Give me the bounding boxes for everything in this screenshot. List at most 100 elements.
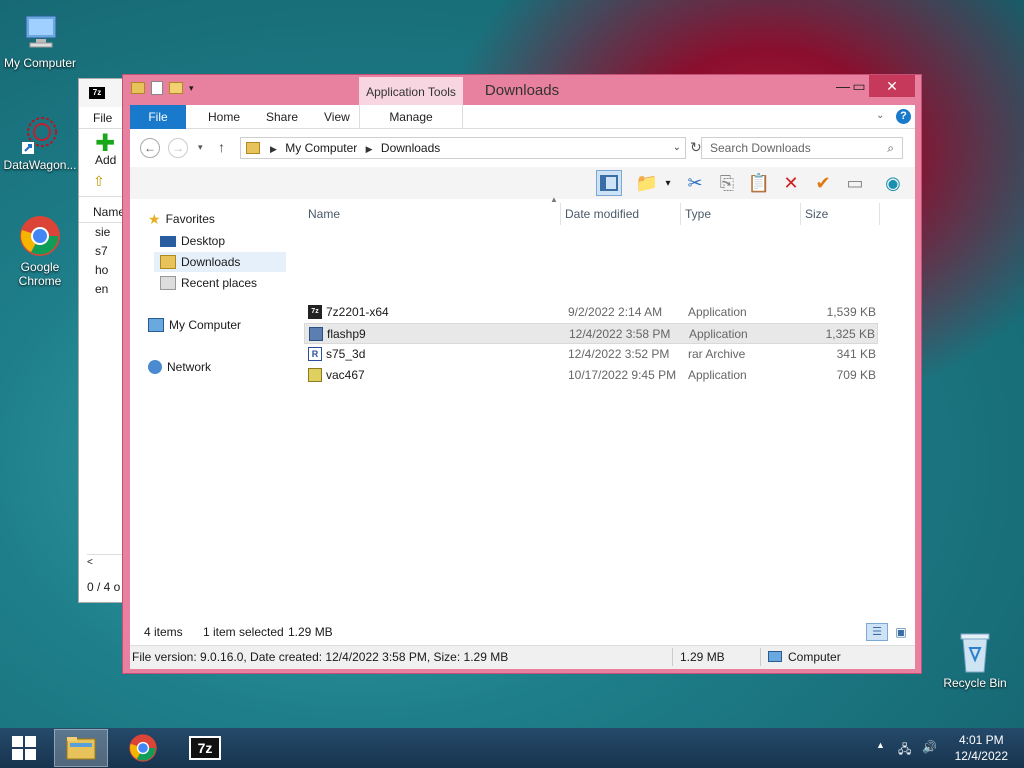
volume-icon[interactable]: 🔊 — [922, 740, 937, 754]
help-icon[interactable]: ? — [896, 109, 911, 124]
file-list: ▲ Name Date modified Type Size 7z 7z2201… — [304, 195, 915, 619]
breadcrumb-separator-icon[interactable]: ▶ — [265, 144, 282, 154]
file-name: 7z2201-x64 — [326, 305, 389, 319]
7zip-icon: 7z — [189, 736, 221, 760]
taskbar-clock[interactable]: 4:01 PM 12/4/2022 — [955, 732, 1008, 764]
tab-file[interactable]: File — [130, 105, 186, 129]
cut-icon[interactable]: ✂ — [682, 170, 708, 196]
large-icons-view-button[interactable]: ▣ — [892, 623, 910, 641]
search-icon[interactable]: ⌕ — [887, 138, 894, 158]
file-row[interactable]: R s75_3d 12/4/2022 3:52 PM rar Archive 3… — [304, 344, 878, 365]
installer-file-icon — [308, 368, 322, 382]
breadcrumb-separator-icon[interactable]: ▶ — [361, 144, 378, 154]
tab-share[interactable]: Share — [252, 105, 312, 129]
desktop-icon-my-computer[interactable]: My Computer — [0, 10, 80, 70]
window-titlebar[interactable]: ▾ Application Tools Downloads — ▭ ✕ — [123, 75, 921, 105]
copy-icon[interactable]: ⎘ — [714, 170, 740, 196]
breadcrumb-my-computer[interactable]: My Computer — [285, 141, 357, 155]
7zip-icon: 7z — [89, 87, 105, 99]
address-bar[interactable]: ▶ My Computer ▶ Downloads ⌄ — [240, 137, 686, 159]
file-date: 10/17/2022 9:45 PM — [568, 368, 677, 382]
recent-locations-icon[interactable]: ▾ — [198, 142, 203, 153]
file-row-selected[interactable]: flashp9 12/4/2022 3:58 PM Application 1,… — [304, 323, 878, 344]
window-title: Downloads — [484, 82, 560, 99]
file-row[interactable]: 7z 7z2201-x64 9/2/2022 2:14 AM Applicati… — [304, 302, 878, 323]
file-date: 9/2/2022 2:14 AM — [568, 305, 663, 319]
taskbar-file-explorer[interactable] — [54, 729, 108, 767]
taskbar-chrome[interactable] — [116, 729, 170, 767]
computer-icon — [18, 10, 62, 54]
back-button[interactable]: ← — [140, 138, 160, 158]
folder-options-button[interactable]: 📁 — [634, 170, 660, 196]
address-dropdown-icon[interactable]: ⌄ — [673, 138, 681, 158]
file-row[interactable]: vac467 10/17/2022 9:45 PM Application 70… — [304, 365, 878, 386]
file-size: 341 KB — [836, 347, 876, 361]
address-row: ← → ▾ ↑ ▶ My Computer ▶ Downloads ⌄ ↻ Se… — [130, 129, 915, 167]
file-explorer-icon — [66, 737, 96, 760]
network-icon — [148, 360, 162, 374]
show-hidden-icons[interactable]: ▲ — [876, 740, 885, 750]
file-info: File version: 9.0.16.0, Date created: 12… — [132, 650, 509, 664]
tab-view[interactable]: View — [310, 105, 364, 129]
desktop-icon-label: Google Chrome — [18, 260, 62, 288]
delete-icon[interactable]: ✕ — [778, 170, 804, 196]
file-date: 12/4/2022 3:58 PM — [569, 327, 671, 341]
windows-logo-icon — [12, 736, 36, 760]
rar-archive-icon: R — [308, 347, 322, 361]
preview-pane-button[interactable] — [596, 170, 622, 196]
file-size: 1,325 KB — [825, 327, 875, 341]
desktop-icon-datawagon[interactable]: DataWagon... — [0, 112, 80, 172]
nav-favorites[interactable]: ★ Favorites — [148, 209, 215, 229]
column-divider[interactable] — [879, 203, 880, 225]
rename-icon[interactable]: ▭ — [842, 170, 868, 196]
ribbon-tabs: File Home Share View Manage ⌄ ? — [130, 105, 915, 129]
nav-desktop-label: Desktop — [181, 234, 226, 248]
column-header-name[interactable]: Name — [304, 203, 560, 225]
desktop-icon-label: Recycle Bin — [943, 676, 1007, 690]
close-button[interactable]: ✕ — [869, 75, 915, 97]
breadcrumb-downloads[interactable]: Downloads — [381, 141, 440, 155]
status-location: Computer — [788, 650, 841, 664]
search-input[interactable]: Search Downloads ⌕ — [701, 137, 903, 159]
folder-icon — [246, 142, 260, 154]
toolbar-dropdown-button[interactable]: ▾ — [660, 170, 676, 196]
computer-icon — [768, 651, 782, 662]
details-status-bar: File version: 9.0.16.0, Date created: 12… — [130, 645, 915, 669]
ribbon-expand-icon[interactable]: ⌄ — [876, 110, 884, 121]
file-type: Application — [689, 327, 748, 341]
file-type: Application — [688, 368, 747, 382]
taskbar-7zip[interactable]: 7z — [178, 729, 232, 767]
item-count: 4 items — [144, 625, 183, 639]
explorer-window[interactable]: ▾ Application Tools Downloads — ▭ ✕ File… — [122, 74, 922, 674]
tab-manage[interactable]: Manage — [359, 105, 463, 129]
nav-network[interactable]: Network — [148, 357, 211, 377]
up-arrow-icon[interactable]: ↑ — [218, 139, 225, 155]
up-folder-icon[interactable]: ⇧ — [93, 173, 105, 189]
file-size: 1,539 KB — [826, 305, 876, 319]
desktop-icon-recycle-bin[interactable]: Recycle Bin — [935, 630, 1015, 690]
file-name: vac467 — [326, 368, 365, 382]
column-header-type[interactable]: Type — [681, 203, 799, 225]
nav-downloads[interactable]: Downloads — [154, 252, 286, 272]
scroll-left-icon[interactable]: < — [87, 557, 93, 568]
nav-my-computer[interactable]: My Computer — [148, 315, 241, 335]
desktop-icon-chrome[interactable]: Google Chrome — [0, 214, 80, 288]
forward-button[interactable]: → — [168, 138, 188, 158]
file-date: 12/4/2022 3:52 PM — [568, 347, 670, 361]
nav-recent-places[interactable]: Recent places — [160, 273, 257, 293]
preview-pane-icon — [600, 175, 618, 191]
nav-downloads-label: Downloads — [181, 255, 241, 269]
network-tray-icon[interactable]: 🖧 — [898, 740, 911, 761]
refresh-icon[interactable]: ↻ — [690, 139, 702, 156]
navigation-pane: ★ Favorites Desktop Downloads Recent pla… — [130, 199, 294, 619]
tab-home[interactable]: Home — [194, 105, 254, 129]
details-view-button[interactable]: ☰ — [866, 623, 888, 641]
paste-icon[interactable]: 📋 — [746, 170, 772, 196]
start-button[interactable] — [0, 729, 48, 767]
network-globe-icon[interactable]: ◉ — [880, 170, 906, 196]
column-header-date[interactable]: Date modified — [561, 203, 679, 225]
nav-desktop[interactable]: Desktop — [160, 231, 225, 251]
check-icon[interactable]: ✔ — [810, 170, 836, 196]
column-header-size[interactable]: Size — [801, 203, 879, 225]
7zip-file-icon: 7z — [308, 305, 322, 319]
